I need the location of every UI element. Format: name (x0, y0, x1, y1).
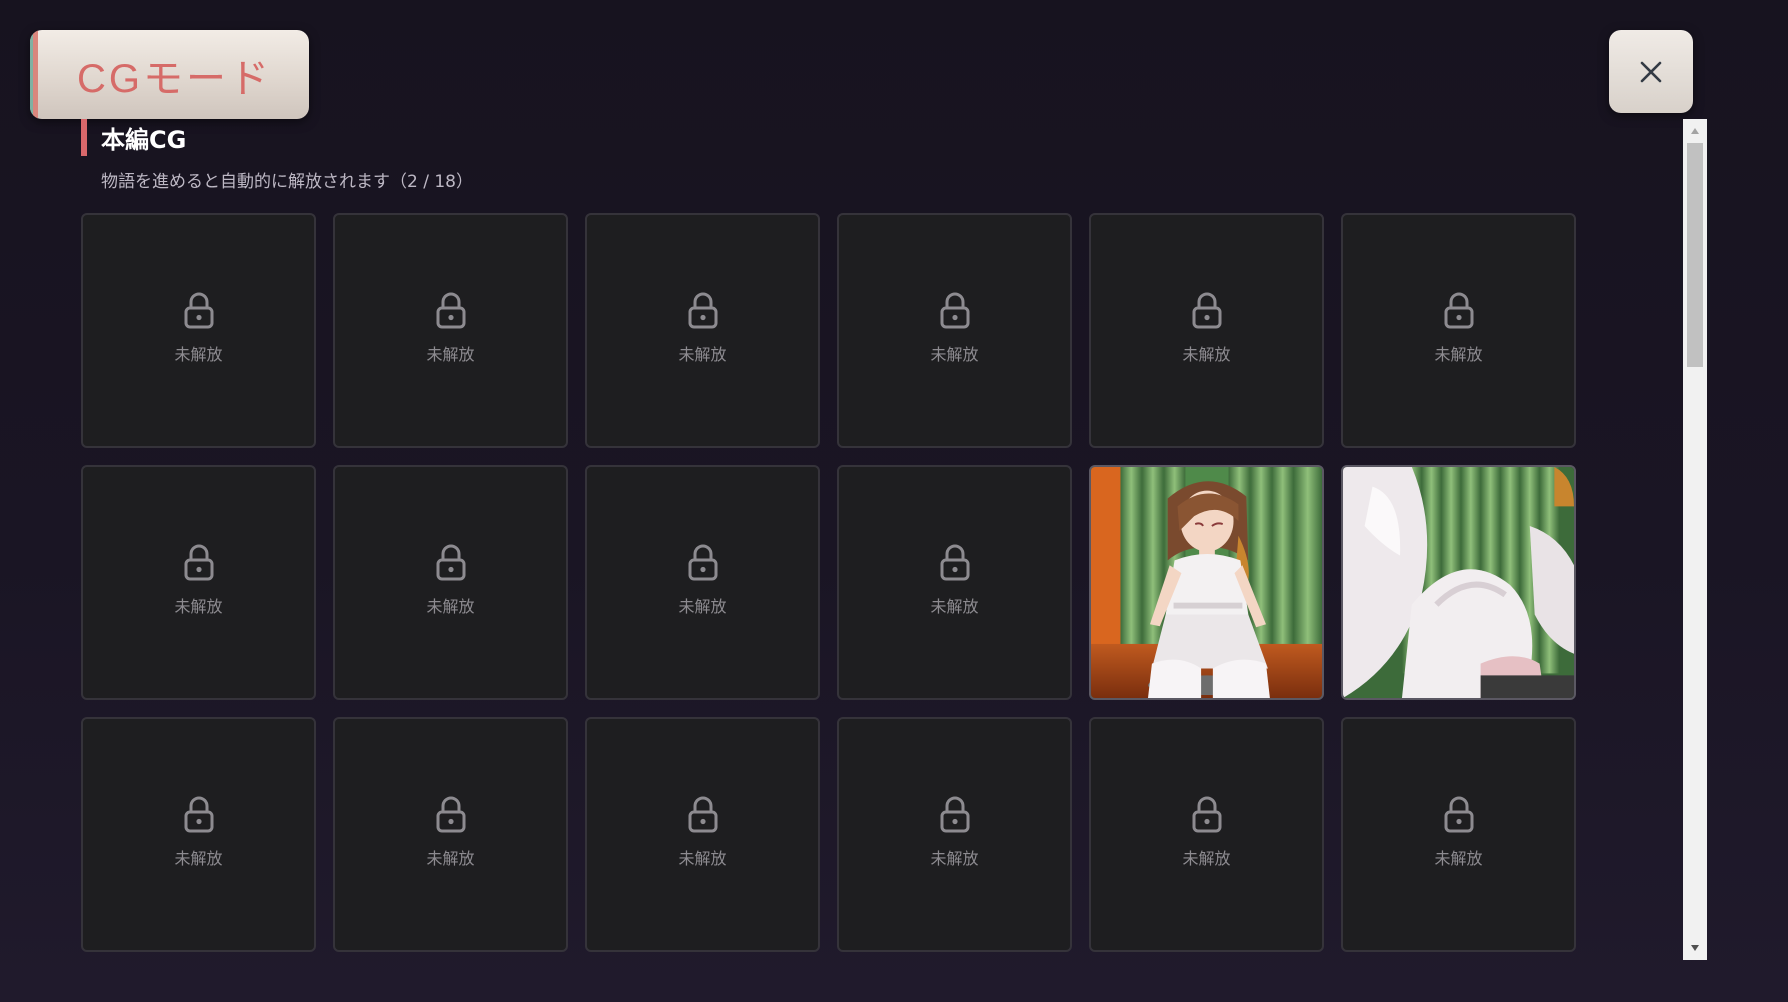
lock-icon (184, 544, 213, 580)
gallery-scroll-panel: 本編CG 物語を進めると自動的に解放されます（2 / 18） 未解放 未解放 未解放… (0, 119, 1707, 960)
lock-icon (688, 796, 717, 832)
cg-grid: 未解放 未解放 未解放 未解放 未解放 未解放 未解放 未解放 未解放 未解放 未解放 未解放 未解放未… (81, 213, 1576, 952)
cg-tile-locked[interactable]: 未解放 (81, 717, 316, 952)
mode-badge-label: CGモード (77, 56, 272, 101)
locked-label: 未解放 (930, 344, 979, 364)
cg-tile-locked[interactable]: 未解放 (837, 213, 1072, 448)
lock-icon (1192, 292, 1221, 328)
lock-icon (940, 292, 969, 328)
cg-gallery-screen: CGモード 本編CG 物語を進めると自動的に解放されます（2 / 18） 未解放… (0, 0, 1788, 1002)
cg-tile-unlocked[interactable] (1341, 465, 1576, 700)
cg-tile-locked[interactable]: 未解放 (1341, 717, 1576, 952)
locked-label: 未解放 (1182, 848, 1231, 868)
locked-label: 未解放 (930, 596, 979, 616)
locked-label: 未解放 (930, 848, 979, 868)
cg-tile-locked[interactable]: 未解放 (81, 213, 316, 448)
locked-label: 未解放 (678, 848, 727, 868)
locked-label: 未解放 (678, 596, 727, 616)
cg-tile-locked[interactable]: 未解放 (585, 465, 820, 700)
scroll-up-arrow[interactable] (1683, 119, 1707, 143)
locked-label: 未解放 (426, 344, 475, 364)
lock-icon (436, 544, 465, 580)
locked-label: 未解放 (1434, 344, 1483, 364)
cg-thumbnail (1343, 467, 1574, 698)
cg-tile-locked[interactable]: 未解放 (837, 465, 1072, 700)
triangle-up-icon (1691, 128, 1699, 134)
locked-label: 未解放 (174, 596, 223, 616)
scrollbar-thumb[interactable] (1687, 143, 1703, 367)
mode-badge: CGモード (30, 30, 309, 119)
section-title: 本編CG (101, 126, 187, 154)
lock-icon (1192, 796, 1221, 832)
section-subtitle: 物語を進めると自動的に解放されます（2 / 18） (101, 172, 473, 192)
vertical-scrollbar[interactable] (1683, 119, 1707, 960)
cg-tile-locked[interactable]: 未解放 (333, 213, 568, 448)
locked-label: 未解放 (174, 344, 223, 364)
close-button[interactable] (1609, 30, 1693, 113)
locked-label: 未解放 (426, 848, 475, 868)
lock-icon (688, 544, 717, 580)
cg-tile-locked[interactable]: 未解放 (333, 717, 568, 952)
cg-tile-locked[interactable]: 未解放 (1089, 213, 1324, 448)
lock-icon (940, 544, 969, 580)
triangle-down-icon (1691, 945, 1699, 951)
locked-label: 未解放 (1434, 848, 1483, 868)
cg-thumbnail (1091, 467, 1322, 698)
lock-icon (1444, 796, 1473, 832)
lock-icon (184, 796, 213, 832)
cg-tile-locked[interactable]: 未解放 (81, 465, 316, 700)
locked-label: 未解放 (174, 848, 223, 868)
section-header: 本編CG (81, 119, 186, 156)
close-icon (1640, 61, 1662, 82)
lock-icon (1444, 292, 1473, 328)
lock-icon (688, 292, 717, 328)
locked-label: 未解放 (1182, 344, 1231, 364)
cg-tile-locked[interactable]: 未解放 (1089, 717, 1324, 952)
locked-label: 未解放 (426, 596, 475, 616)
cg-tile-locked[interactable]: 未解放 (585, 717, 820, 952)
lock-icon (940, 796, 969, 832)
cg-tile-locked[interactable]: 未解放 (1341, 213, 1576, 448)
cg-tile-unlocked[interactable] (1089, 465, 1324, 700)
scroll-down-arrow[interactable] (1683, 936, 1707, 960)
cg-tile-locked[interactable]: 未解放 (585, 213, 820, 448)
cg-tile-locked[interactable]: 未解放 (333, 465, 568, 700)
locked-label: 未解放 (678, 344, 727, 364)
cg-tile-locked[interactable]: 未解放 (837, 717, 1072, 952)
lock-icon (436, 796, 465, 832)
lock-icon (184, 292, 213, 328)
lock-icon (436, 292, 465, 328)
